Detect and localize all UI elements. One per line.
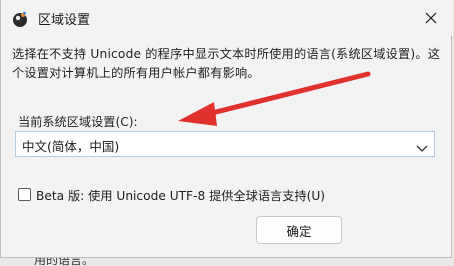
close-button[interactable] xyxy=(419,6,443,30)
background-window: 用的语言。 xyxy=(0,258,454,266)
selected-locale-value: 中文(简体，中国) xyxy=(22,139,120,154)
background-partial-text: 用的语言。 xyxy=(34,258,95,266)
region-settings-dialog: 区域设置 选择在不支持 Unicode 的程序中显示文本时所使用的语言(系统区域… xyxy=(0,0,453,258)
title-bar[interactable]: 区域设置 xyxy=(1,0,453,36)
close-icon xyxy=(425,12,437,24)
window-title: 区域设置 xyxy=(38,13,91,28)
ok-button[interactable]: 确定 xyxy=(256,216,342,244)
chevron-down-icon xyxy=(416,139,428,152)
description-text: 选择在不支持 Unicode 的程序中显示文本时所使用的语言(系统区域设置)。这… xyxy=(12,47,441,80)
utf8-beta-label[interactable]: Beta 版: 使用 Unicode UTF-8 提供全球语言支持(U) xyxy=(36,186,325,204)
system-locale-select[interactable]: 中文(简体，中国) xyxy=(15,131,435,157)
utf8-beta-checkbox[interactable] xyxy=(18,188,31,201)
region-globe-icon xyxy=(11,10,29,28)
locale-label: 当前系统区域设置(C): xyxy=(18,115,138,129)
